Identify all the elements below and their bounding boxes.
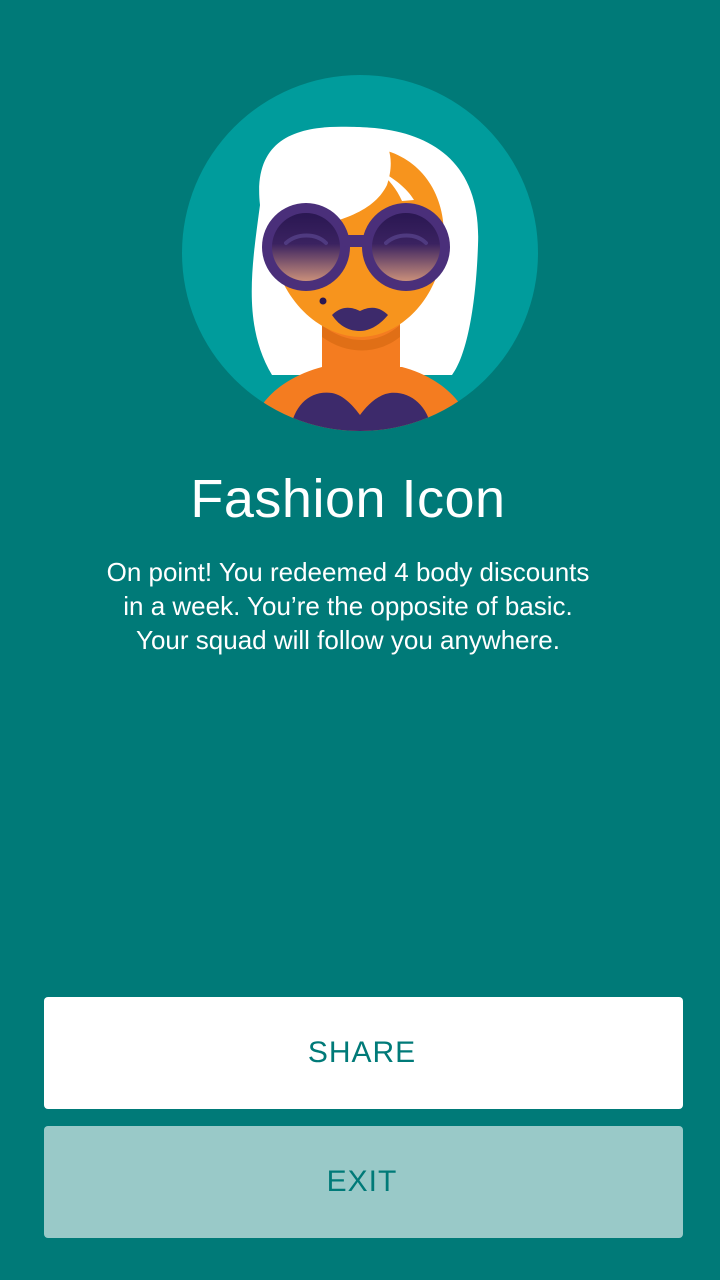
exit-button[interactable]: EXIT [44,1126,683,1238]
fashion-woman-sunglasses-icon [182,75,538,431]
badge-title: Fashion Icon [190,469,506,529]
badge-description-line: On point! You redeemed 4 body discounts [106,557,590,587]
badge-screen: Fashion Icon On point! You redeemed 4 bo… [0,0,720,1280]
badge-description-line: in a week. You’re the opposite of basic. [123,591,573,621]
exit-button-label: EXIT [326,1165,398,1198]
share-button-label: SHARE [307,1036,417,1069]
share-button[interactable]: SHARE [44,997,683,1109]
badge-description-line: Your squad will follow you anywhere. [136,625,560,655]
badge-description: On point! You redeemed 4 body discounts … [48,555,648,657]
